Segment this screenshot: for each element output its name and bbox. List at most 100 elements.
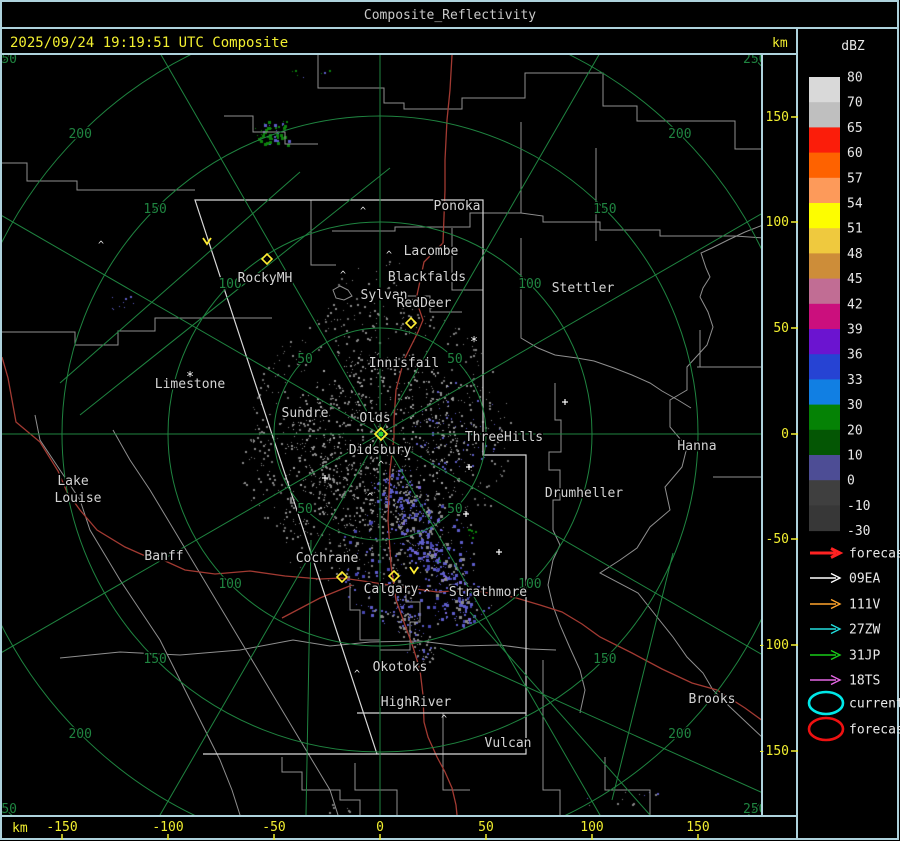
storm-track-line-4 (306, 540, 311, 815)
right-axis-label--50: -50 (766, 532, 789, 547)
asterisk-marker-0: * (470, 335, 478, 350)
bottom-axis-label--50: -50 (262, 820, 285, 835)
city-label-okotoks: Okotoks (373, 660, 428, 675)
bottom-axis-unit-label: km (12, 821, 28, 836)
colorbar-label-39: 39 (847, 323, 863, 338)
city-label-strathmore: Strathmore (449, 585, 527, 600)
ring-label-200-2: 200 (68, 727, 91, 742)
colorbar-label-20: 20 (847, 423, 863, 438)
legend-label-111v-2: 111V (849, 598, 880, 613)
legend-label-forecast-7: forecast (849, 723, 900, 738)
colorbar-label-30: 30 (847, 398, 863, 413)
map-area: 5050505010010010010015015015015020020020… (0, 0, 900, 841)
city-label-hanna: Hanna (677, 439, 716, 454)
ring-label-150-3: 150 (593, 652, 616, 667)
boundary-line-0 (318, 55, 763, 149)
colorbar-label-42: 42 (847, 297, 863, 312)
city-label-louise: Louise (55, 491, 102, 506)
boundary-line-6 (2, 318, 272, 345)
storm-track-lines (60, 168, 763, 815)
colorbar-swatch-33 (809, 379, 840, 405)
boundary-line-13 (60, 640, 556, 658)
colorbar-swatch--10 (809, 505, 840, 531)
right-axis-unit-label: km (772, 36, 788, 51)
ring-label-50-1: 50 (447, 352, 463, 367)
boundary-line-2 (224, 116, 318, 144)
city-label-drumheller: Drumheller (545, 486, 623, 501)
window-frame (1, 1, 899, 840)
city-label-ponoka: Ponoka (434, 199, 481, 214)
storm-cell-legend: forecast09EA111V27ZW31JP18TScurrentforec… (809, 547, 900, 741)
boundary-line-20 (443, 713, 470, 790)
colorbar-swatch-30 (809, 405, 840, 431)
storm-track-line-2 (612, 553, 673, 800)
right-axis-label--150: -150 (758, 744, 789, 759)
colorbar-swatch-65 (809, 127, 840, 153)
boundary-line-14 (548, 383, 585, 713)
radar-scene: 5050505010010010010015015015015020020020… (0, 0, 900, 841)
dbz-colorbar: 807065605754514845423936333020100-10-30 (809, 71, 870, 540)
asterisk-marker-1: * (186, 370, 194, 385)
colorbar-label-70: 70 (847, 96, 863, 111)
colorbar-swatch-0 (809, 480, 840, 506)
bottom-axis-label-0: 0 (376, 820, 384, 835)
storm-motion-chevron-1 (410, 567, 418, 573)
legend-label-09ea-1: 09EA (849, 572, 880, 587)
storm-cell-diamond-3 (389, 571, 399, 581)
right-axis-label-50: 50 (773, 321, 789, 336)
range-ring-250km (0, 0, 900, 841)
radar-viewer-window: 5050505010010010010015015015015020020020… (0, 0, 900, 841)
right-axis-label-100: 100 (766, 215, 789, 230)
bottom-axis-label--100: -100 (152, 820, 183, 835)
ring-label-200-0: 200 (68, 127, 91, 142)
ring-label-200-3: 200 (668, 727, 691, 742)
ring-label-100-1: 100 (518, 277, 541, 292)
azimuth-ray-240deg (111, 434, 380, 841)
bottom-axis-label-150: 150 (686, 820, 709, 835)
legend-label-forecast-0: forecast (849, 547, 900, 562)
city-label-brooks: Brooks (689, 692, 736, 707)
colorbar-swatch-45 (809, 279, 840, 305)
colorbar-label-10: 10 (847, 449, 863, 464)
right-axis-label-150: 150 (766, 110, 789, 125)
storm-cell-markers: **^^^^^^^^^ (98, 206, 568, 725)
right-axis-label-0: 0 (781, 427, 789, 442)
storm-track-line-3 (440, 648, 763, 793)
peak-caret-marker-1: ^ (360, 206, 366, 217)
peak-caret-marker-0: ^ (98, 240, 104, 251)
colorbar-swatch-48 (809, 253, 840, 279)
boundary-line-1 (2, 163, 195, 190)
ring-label-50-0: 50 (297, 352, 313, 367)
boundary-line-11 (113, 430, 338, 815)
peak-caret-marker-3: ^ (340, 270, 346, 281)
colorbar-label-51: 51 (847, 222, 863, 237)
city-label-calgary: Calgary (364, 582, 419, 597)
city-label-threehills: ThreeHills (465, 430, 543, 445)
storm-motion-chevron-0 (203, 238, 211, 244)
legend-label-27zw-3: 27ZW (849, 623, 880, 638)
colorbar-label-65: 65 (847, 121, 863, 136)
peak-caret-marker-8: ^ (424, 588, 430, 599)
peak-caret-marker-4: ^ (378, 460, 384, 471)
city-label-reddeer: RedDeer (397, 296, 452, 311)
city-labels: PonokaLacombeBlackfaldsSylvanRedDeerStet… (55, 199, 736, 751)
city-label-lacombe: Lacombe (404, 244, 459, 259)
colorbar-swatch-39 (809, 329, 840, 355)
city-label-innisfail: Innisfail (369, 356, 439, 371)
peak-caret-marker-5: ^ (367, 492, 373, 503)
colorbar-title: dBZ (841, 39, 865, 54)
storm-cell-diamond-0 (262, 254, 272, 264)
city-label-banff: Banff (144, 549, 183, 564)
colorbar-swatch-20 (809, 430, 840, 456)
city-label-rockymh: RockyMH (238, 271, 293, 286)
legend-label-current-6: current (849, 697, 900, 712)
colorbar-label-33: 33 (847, 373, 863, 388)
ring-label-150-1: 150 (593, 202, 616, 217)
colorbar-swatch-10 (809, 455, 840, 481)
colorbar-label-48: 48 (847, 247, 863, 262)
bottom-axis-label-100: 100 (580, 820, 603, 835)
colorbar-label--10: -10 (847, 499, 870, 514)
boundary-line-19 (605, 757, 650, 815)
ring-label-50-3: 50 (447, 502, 463, 517)
city-label-highriver: HighRiver (381, 695, 452, 710)
